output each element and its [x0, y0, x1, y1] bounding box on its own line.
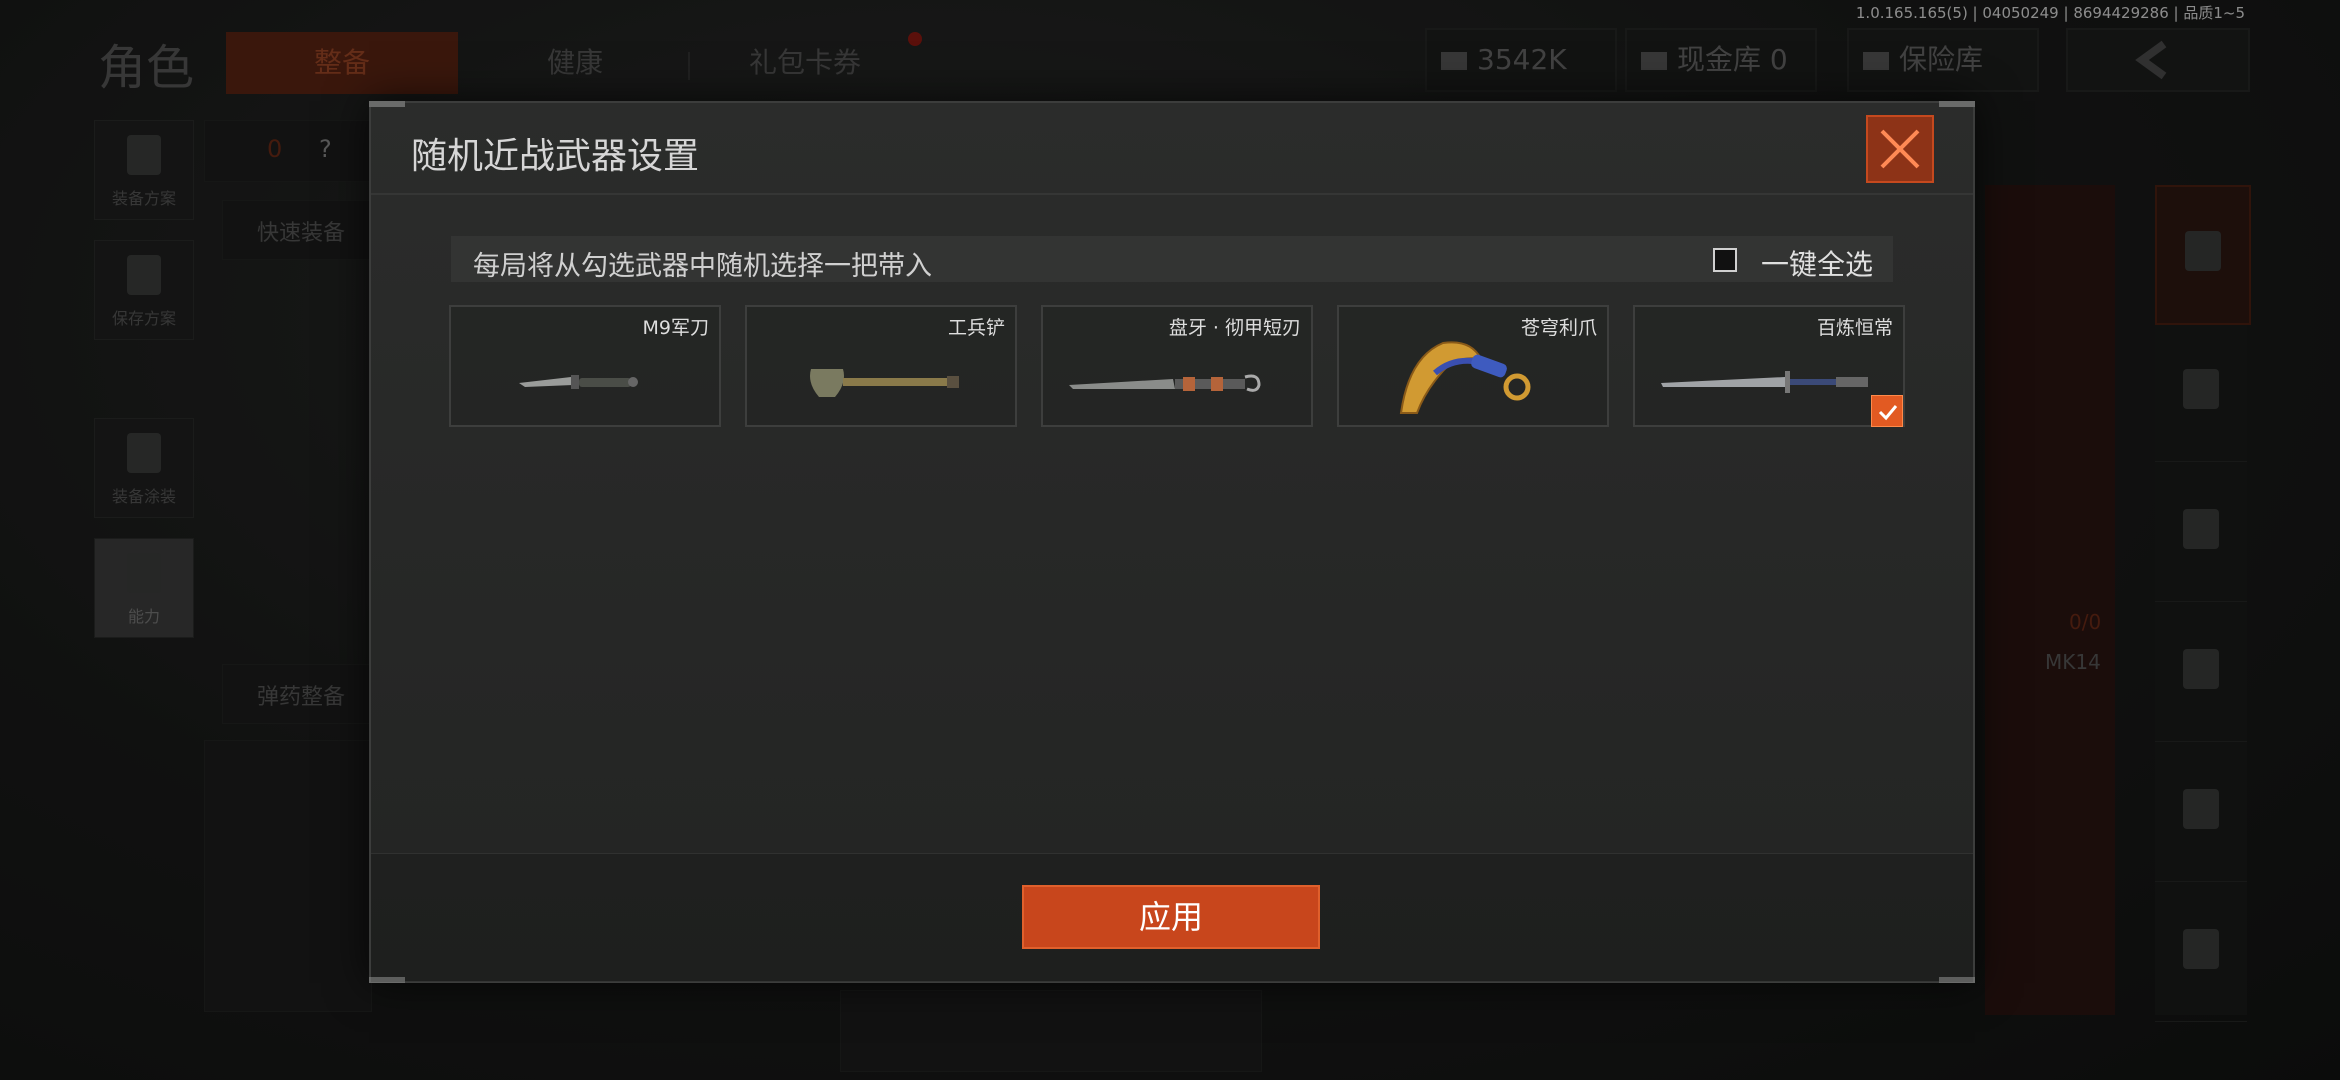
weapon-card-shovel[interactable]: 工兵铲 — [745, 305, 1017, 427]
weapon-card-m9[interactable]: M9军刀 — [449, 305, 721, 427]
sword-icon — [1661, 371, 1868, 393]
weapon-name: 盘牙 · 彻甲短刃 — [1168, 317, 1301, 339]
weapon-name: M9军刀 — [642, 317, 709, 339]
shovel-icon — [810, 369, 959, 397]
game-screen: 1.0.165.165(5) | 04050249 | 8694429286 |… — [0, 0, 2340, 1080]
weapon-name: 苍穹利爪 — [1520, 317, 1597, 339]
dialog-header: 随机近战武器设置 — [371, 103, 1973, 195]
hint-bar: 每局将从勾选武器中随机选择一把带入 一键全选 — [451, 236, 1893, 282]
hint-text: 每局将从勾选武器中随机选择一把带入 — [473, 251, 932, 282]
dialog-title: 随机近战武器设置 — [411, 136, 700, 177]
weapon-card-sword[interactable]: 百炼恒常 — [1633, 305, 1905, 427]
weapon-name: 百炼恒常 — [1816, 317, 1893, 339]
select-all-checkbox[interactable] — [1713, 248, 1737, 272]
weapon-name: 工兵铲 — [947, 317, 1005, 339]
select-all-label: 一键全选 — [1760, 248, 1873, 281]
random-melee-dialog: 随机近战武器设置 每局将从勾选武器中随机选择一把带入 一键全选 M9军刀 工兵铲… — [369, 101, 1975, 983]
dialog-footer: 应用 — [371, 853, 1973, 982]
weapon-list: M9军刀 工兵铲 盘牙 · 彻甲短刃 苍穹利爪 百炼恒常 — [449, 305, 1905, 427]
short-blade-icon — [1069, 374, 1261, 392]
close-button[interactable] — [1866, 115, 1934, 183]
close-icon — [1880, 129, 1920, 169]
apply-button[interactable]: 应用 — [1022, 885, 1320, 949]
weapon-checkbox-checked[interactable] — [1871, 395, 1903, 427]
weapon-card-karambit[interactable]: 苍穹利爪 — [1337, 305, 1609, 427]
karambit-icon — [1399, 341, 1531, 414]
checkmark-icon — [1878, 405, 1898, 421]
weapon-card-short-blade[interactable]: 盘牙 · 彻甲短刃 — [1041, 305, 1313, 427]
m9-knife-icon — [519, 375, 638, 389]
